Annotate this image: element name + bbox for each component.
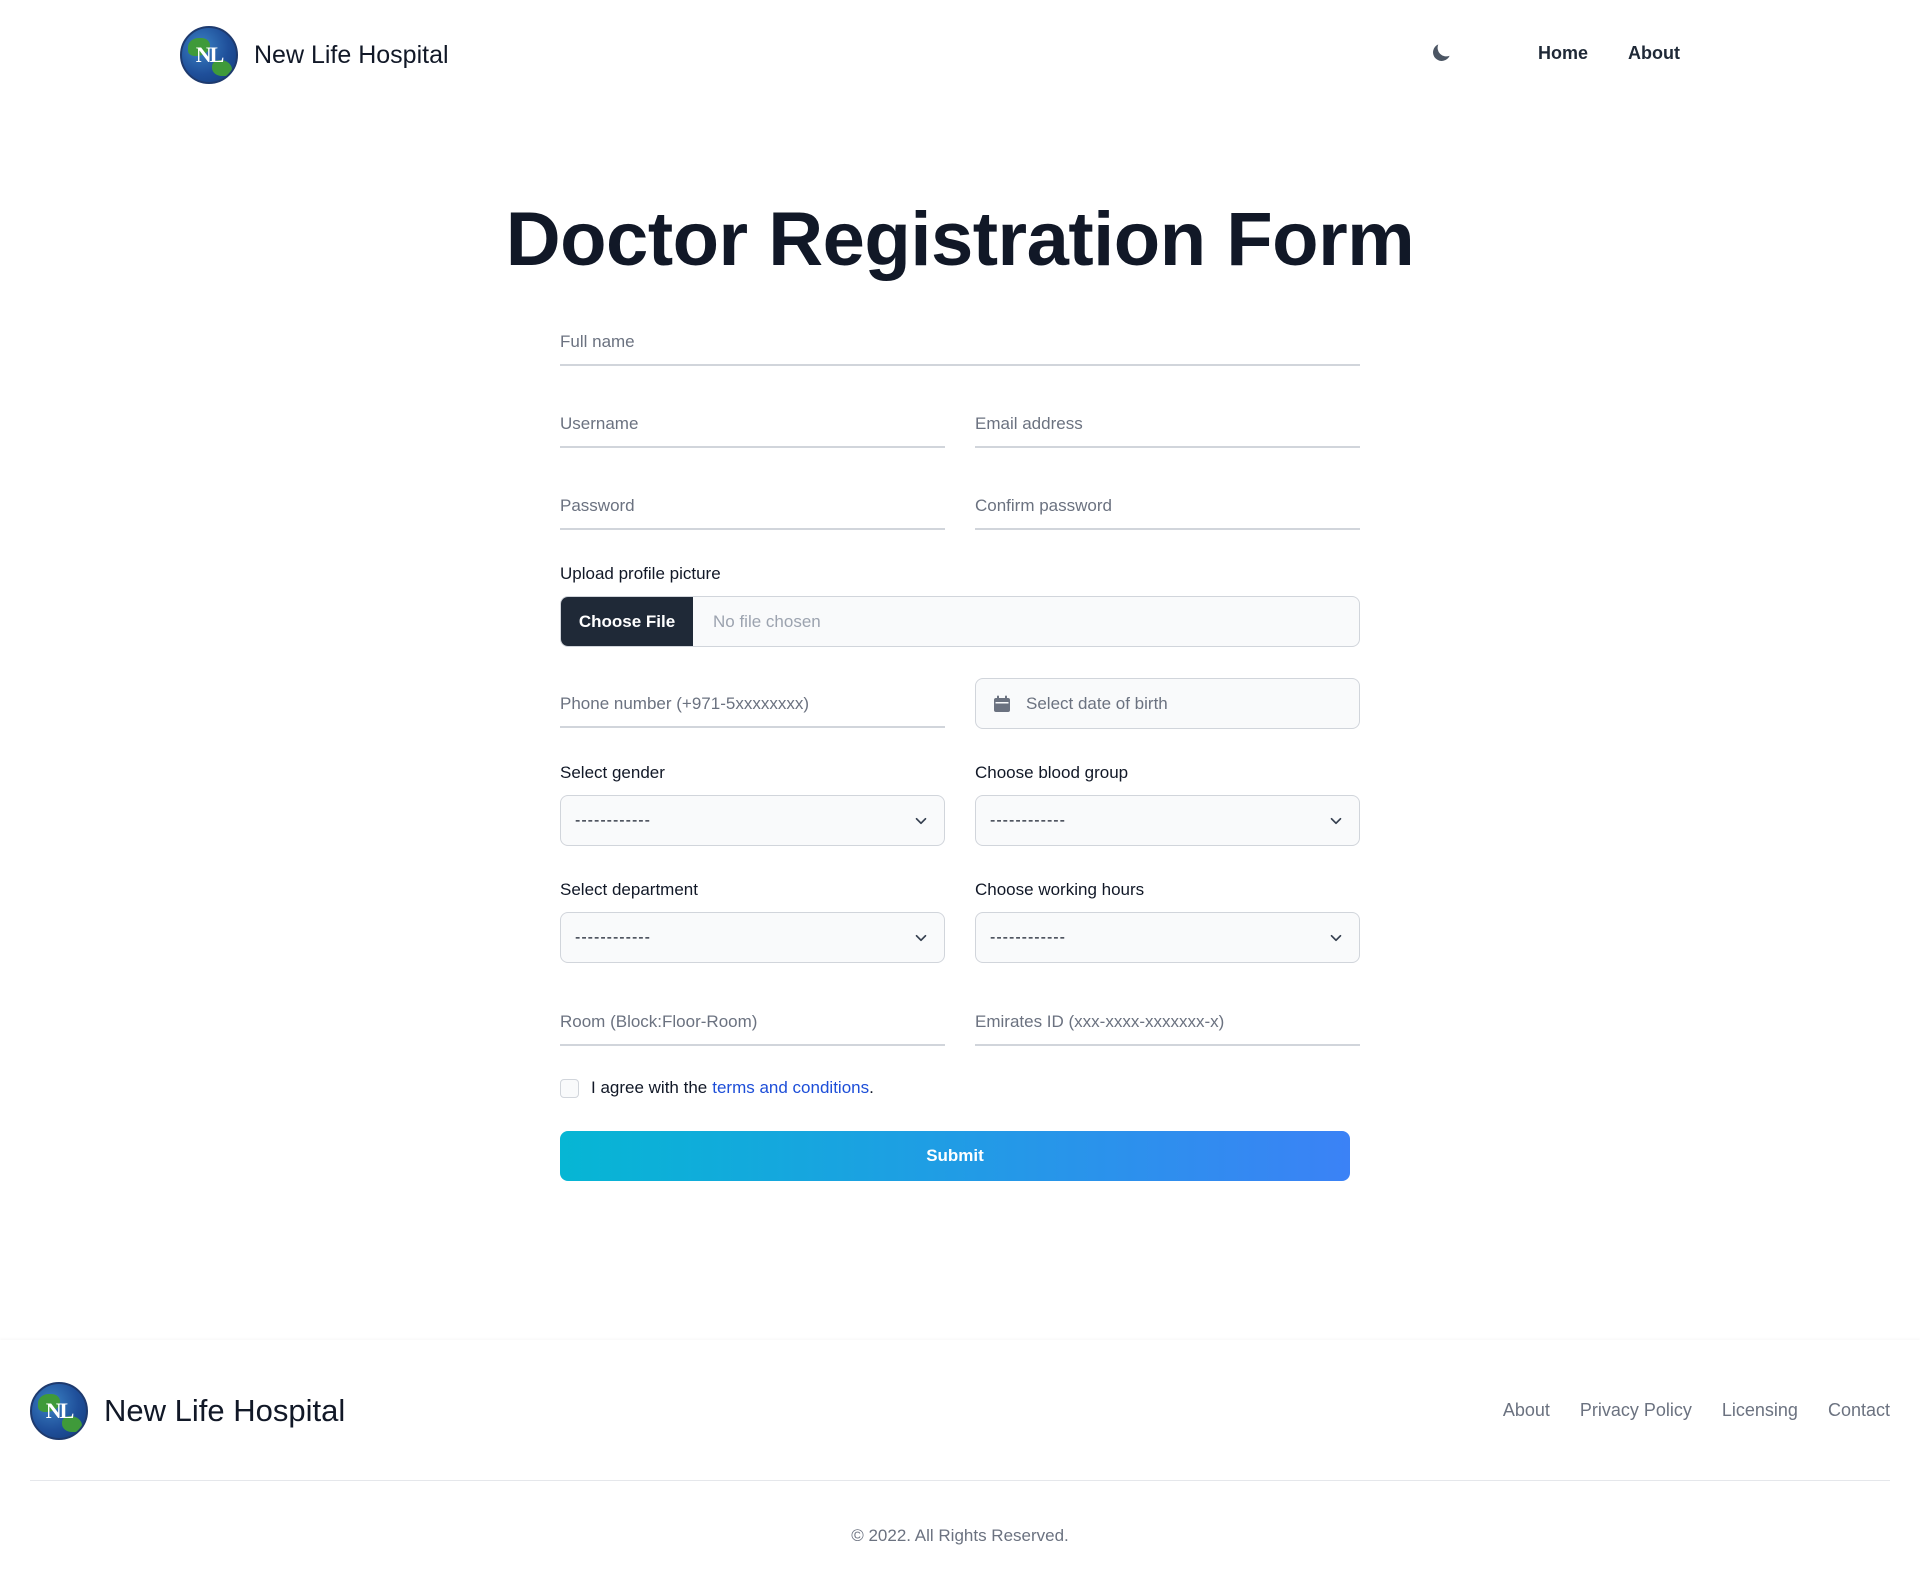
footer-contact-link[interactable]: Contact [1828,1400,1890,1421]
copyright-text: © 2022. All Rights Reserved. [851,1526,1069,1545]
password-input[interactable]: Password [560,484,945,530]
footer-about-link[interactable]: About [1503,1400,1550,1421]
nav-home-link[interactable]: Home [1538,43,1588,64]
chevron-down-icon [1327,812,1345,830]
chevron-down-icon [912,812,930,830]
terms-checkbox[interactable] [560,1078,579,1098]
brand-link[interactable]: NL New Life Hospital [180,26,449,84]
hospital-logo: NL [30,1382,88,1440]
working-hours-label: Choose working hours [975,880,1145,899]
phone-input[interactable]: Phone number (+971-5xxxxxxxx) [560,682,945,728]
username-input[interactable]: Username [560,402,945,448]
footer-brand-link[interactable]: NL New Life Hospital [30,1382,345,1440]
navbar: NL New Life Hospital Home About [0,0,1920,114]
terms-agreement: I agree with the terms and conditions . [560,1078,874,1098]
gender-label: Select gender [560,763,665,782]
choose-file-button[interactable]: Choose File [561,597,693,646]
footer-divider [30,1480,1890,1481]
footer-brand-name: New Life Hospital [104,1393,346,1428]
upload-label: Upload profile picture [560,564,721,583]
department-label: Select department [560,880,698,899]
confirm-password-input[interactable]: Confirm password [975,484,1360,530]
hospital-logo: NL [180,26,238,84]
submit-button[interactable]: Submit [560,1131,1350,1181]
file-status: No file chosen [713,611,821,631]
footer-privacy-link[interactable]: Privacy Policy [1580,1400,1692,1421]
footer-licensing-link[interactable]: Licensing [1722,1400,1798,1421]
date-of-birth-picker[interactable]: Select date of birth [975,678,1360,729]
nav-menu: Home About [1428,40,1680,66]
footer-links: About Privacy Policy Licensing Contact [1473,1400,1890,1421]
gender-select[interactable]: ------------ [560,795,945,846]
moon-icon[interactable] [1428,40,1454,66]
brand-name: New Life Hospital [254,40,449,69]
calendar-icon [992,694,1012,714]
full-name-input[interactable]: Full name [560,320,1360,366]
footer: NL New Life Hospital About Privacy Polic… [0,1340,1920,1587]
nav-about-link[interactable]: About [1628,43,1680,64]
blood-group-select[interactable]: ------------ [975,795,1360,846]
working-hours-select[interactable]: ------------ [975,912,1360,963]
department-select[interactable]: ------------ [560,912,945,963]
emirates-id-input[interactable]: Emirates ID (xxx-xxxx-xxxxxxx-x) [975,1000,1360,1046]
chevron-down-icon [1327,929,1345,947]
email-input[interactable]: Email address [975,402,1360,448]
chevron-down-icon [912,929,930,947]
profile-picture-file-input[interactable]: Choose File No file chosen [560,596,1360,647]
room-input[interactable]: Room (Block:Floor-Room) [560,1000,945,1046]
terms-link[interactable]: terms and conditions [712,1078,869,1098]
page-title: Doctor Registration Form [505,197,1415,282]
blood-group-label: Choose blood group [975,763,1129,782]
